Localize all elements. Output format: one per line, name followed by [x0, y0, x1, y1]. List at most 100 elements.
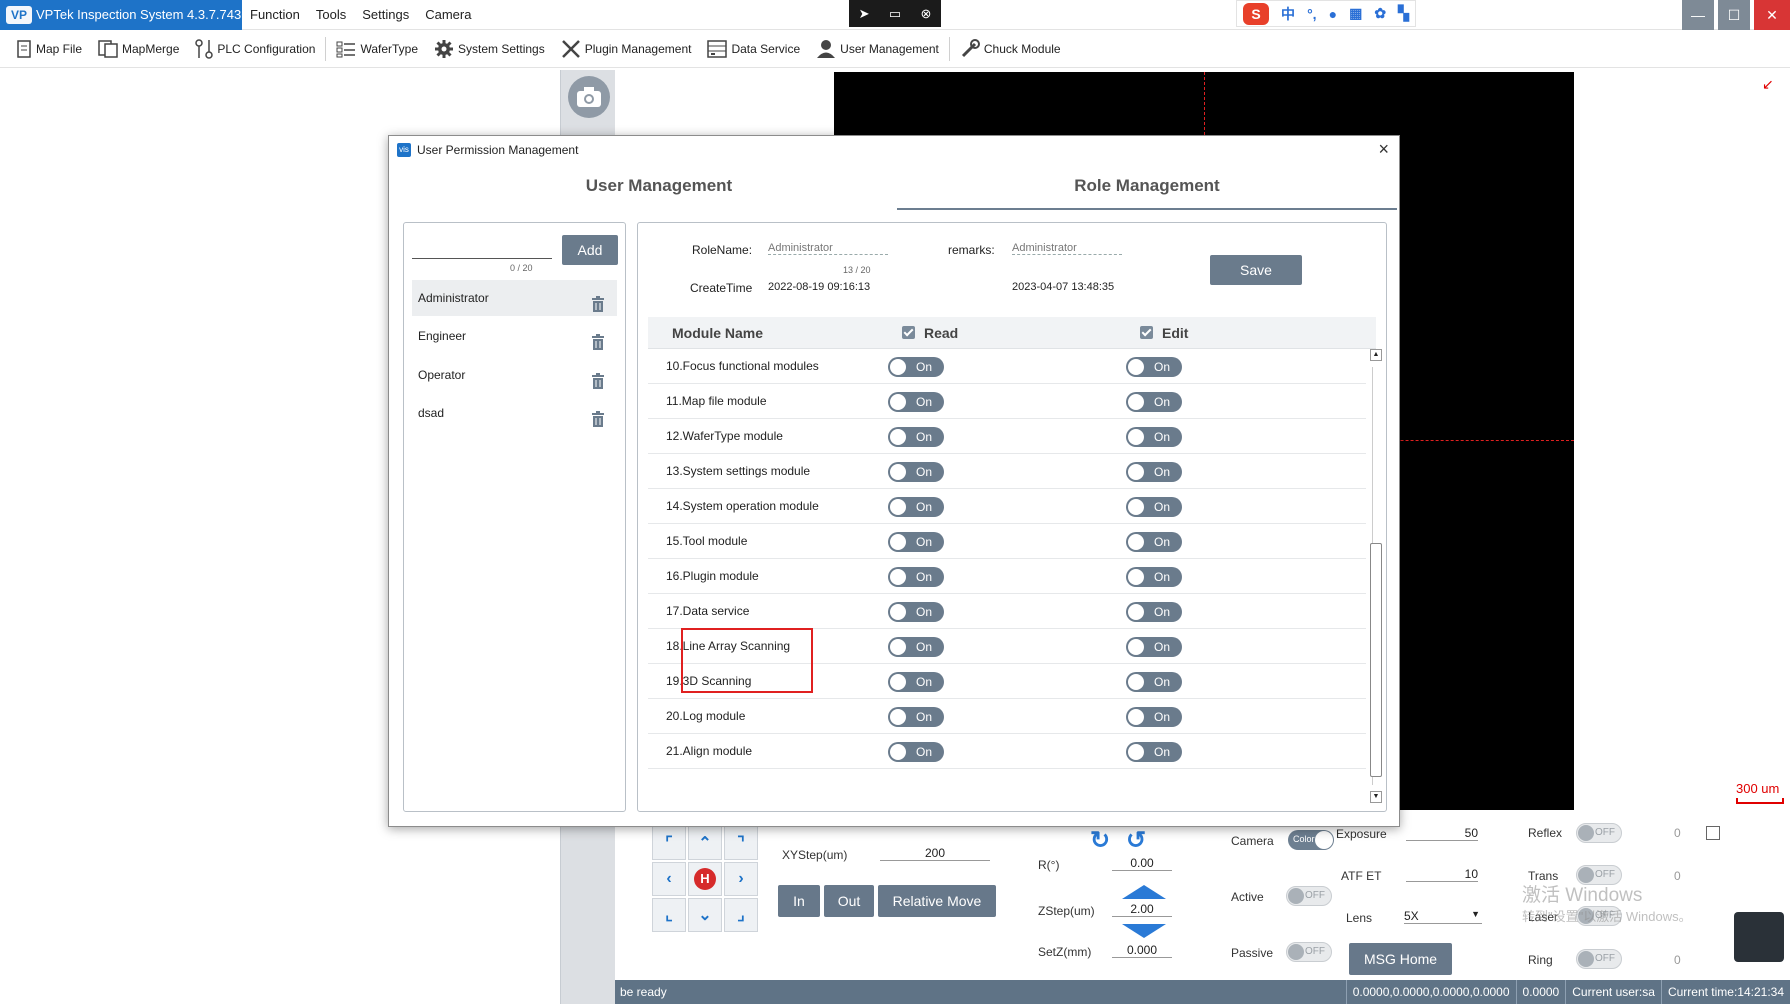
- user-management-button[interactable]: User Management: [808, 33, 947, 65]
- role-name-field[interactable]: Administrator: [768, 242, 888, 255]
- ring-toggle[interactable]: OFF: [1576, 949, 1622, 969]
- punctuation-icon[interactable]: °,: [1307, 6, 1317, 22]
- edit-permission-toggle[interactable]: On: [1126, 742, 1182, 762]
- tab-user-management[interactable]: User Management: [405, 176, 913, 210]
- edit-permission-toggle[interactable]: On: [1126, 497, 1182, 517]
- floating-tool-button[interactable]: [1734, 912, 1784, 962]
- reflex-toggle[interactable]: OFF: [1576, 823, 1622, 843]
- data-service-button[interactable]: Data Service: [699, 33, 808, 65]
- z-down-icon[interactable]: [1122, 924, 1166, 938]
- read-permission-toggle[interactable]: On: [888, 392, 944, 412]
- scroll-down-icon[interactable]: ▼: [1370, 791, 1382, 803]
- edit-all-checkbox[interactable]: [1140, 326, 1153, 339]
- minimize-button[interactable]: —: [1682, 0, 1714, 30]
- table-scrollbar[interactable]: ▲ ▼: [1370, 349, 1382, 803]
- trash-icon[interactable]: [591, 405, 605, 441]
- wafertype-button[interactable]: WaferType: [328, 33, 426, 65]
- keyboard-icon[interactable]: ▭: [889, 6, 901, 22]
- z-up-icon[interactable]: [1122, 885, 1166, 899]
- read-permission-toggle[interactable]: On: [888, 742, 944, 762]
- read-permission-toggle[interactable]: On: [888, 602, 944, 622]
- jog-home-button[interactable]: H: [688, 862, 722, 896]
- map-file-button[interactable]: Map File: [8, 33, 90, 65]
- read-permission-toggle[interactable]: On: [888, 497, 944, 517]
- edit-permission-toggle[interactable]: On: [1126, 637, 1182, 657]
- toolbox-icon[interactable]: ▚: [1398, 5, 1409, 22]
- zstep-input[interactable]: 2.00: [1112, 902, 1172, 917]
- read-permission-toggle[interactable]: On: [888, 637, 944, 657]
- menu-tools[interactable]: Tools: [308, 0, 354, 30]
- microphone-icon[interactable]: ●: [1329, 6, 1337, 22]
- read-permission-toggle[interactable]: On: [888, 462, 944, 482]
- skin-icon[interactable]: ✿: [1374, 5, 1386, 22]
- jog-up-right-button[interactable]: ⌝: [724, 826, 758, 860]
- jog-down-button[interactable]: ⌄: [688, 898, 722, 932]
- ime-logo-icon[interactable]: S: [1243, 2, 1270, 25]
- role-item-administrator[interactable]: Administrator: [412, 280, 617, 316]
- relative-move-button[interactable]: Relative Move: [878, 885, 996, 917]
- edit-permission-toggle[interactable]: On: [1126, 357, 1182, 377]
- passive-toggle[interactable]: OFF: [1286, 942, 1332, 962]
- in-button[interactable]: In: [778, 885, 820, 917]
- jog-up-left-button[interactable]: ⌜: [652, 826, 686, 860]
- rotate-ccw-icon[interactable]: ↻: [1090, 826, 1110, 855]
- jog-down-right-button[interactable]: ⌟: [724, 898, 758, 932]
- edit-permission-toggle[interactable]: On: [1126, 672, 1182, 692]
- jog-right-button[interactable]: ›: [724, 862, 758, 896]
- system-settings-button[interactable]: System Settings: [426, 33, 553, 65]
- scroll-up-icon[interactable]: ▲: [1370, 349, 1382, 361]
- edit-permission-toggle[interactable]: On: [1126, 567, 1182, 587]
- role-item-operator[interactable]: Operator: [412, 357, 617, 393]
- edit-permission-toggle[interactable]: On: [1126, 532, 1182, 552]
- add-role-button[interactable]: Add: [562, 235, 618, 265]
- lens-select[interactable]: 5X ▼: [1404, 909, 1482, 924]
- role-item-dsad[interactable]: dsad: [412, 395, 617, 431]
- out-button[interactable]: Out: [824, 885, 874, 917]
- tab-role-management[interactable]: Role Management: [897, 176, 1397, 210]
- menu-camera[interactable]: Camera: [417, 0, 479, 30]
- edit-permission-toggle[interactable]: On: [1126, 462, 1182, 482]
- reflex-checkbox[interactable]: [1706, 826, 1720, 840]
- edit-permission-toggle[interactable]: On: [1126, 392, 1182, 412]
- dialog-close-button[interactable]: ×: [1378, 139, 1389, 160]
- edit-permission-toggle[interactable]: On: [1126, 707, 1182, 727]
- read-permission-toggle[interactable]: On: [888, 707, 944, 727]
- collapse-arrow-icon[interactable]: ↙: [1762, 76, 1774, 93]
- save-button[interactable]: Save: [1210, 255, 1302, 285]
- xystep-input[interactable]: 200: [880, 846, 990, 861]
- r-input[interactable]: 0.00: [1112, 856, 1172, 871]
- read-permission-toggle[interactable]: On: [888, 567, 944, 587]
- camera-capture-button[interactable]: [568, 76, 610, 118]
- scroll-thumb[interactable]: [1370, 543, 1382, 777]
- atf-et-input[interactable]: 10: [1406, 867, 1478, 882]
- read-permission-toggle[interactable]: On: [888, 672, 944, 692]
- edit-permission-toggle[interactable]: On: [1126, 602, 1182, 622]
- remarks-field[interactable]: Administrator: [1012, 242, 1122, 255]
- plc-configuration-button[interactable]: PLC Configuration: [187, 33, 323, 65]
- edit-permission-toggle[interactable]: On: [1126, 427, 1182, 447]
- read-permission-toggle[interactable]: On: [888, 532, 944, 552]
- ime-language-icon[interactable]: 中: [1281, 4, 1295, 24]
- jog-up-button[interactable]: ⌃: [688, 826, 722, 860]
- setz-input[interactable]: 0.000: [1112, 943, 1172, 958]
- read-permission-toggle[interactable]: On: [888, 357, 944, 377]
- cursor-icon[interactable]: ➤: [859, 6, 870, 22]
- mapmerge-button[interactable]: MapMerge: [90, 33, 187, 65]
- read-all-checkbox[interactable]: [902, 326, 915, 339]
- menu-settings[interactable]: Settings: [354, 0, 417, 30]
- rotate-cw-icon[interactable]: ↺: [1126, 826, 1146, 855]
- role-name-input[interactable]: [412, 237, 552, 259]
- chuck-module-button[interactable]: Chuck Module: [952, 33, 1069, 65]
- plugin-management-button[interactable]: Plugin Management: [553, 33, 700, 65]
- menu-function[interactable]: Function: [242, 0, 308, 30]
- read-permission-toggle[interactable]: On: [888, 427, 944, 447]
- soft-keyboard-icon[interactable]: ▦: [1349, 5, 1362, 22]
- close-circle-icon[interactable]: ⊗: [920, 6, 931, 22]
- exposure-input[interactable]: 50: [1406, 826, 1478, 841]
- jog-left-button[interactable]: ‹: [652, 862, 686, 896]
- camera-color-toggle[interactable]: Color: [1288, 830, 1334, 850]
- role-item-engineer[interactable]: Engineer: [412, 318, 617, 354]
- msg-home-button[interactable]: MSG Home: [1349, 943, 1452, 975]
- window-close-button[interactable]: ✕: [1754, 0, 1790, 30]
- active-toggle[interactable]: OFF: [1286, 886, 1332, 906]
